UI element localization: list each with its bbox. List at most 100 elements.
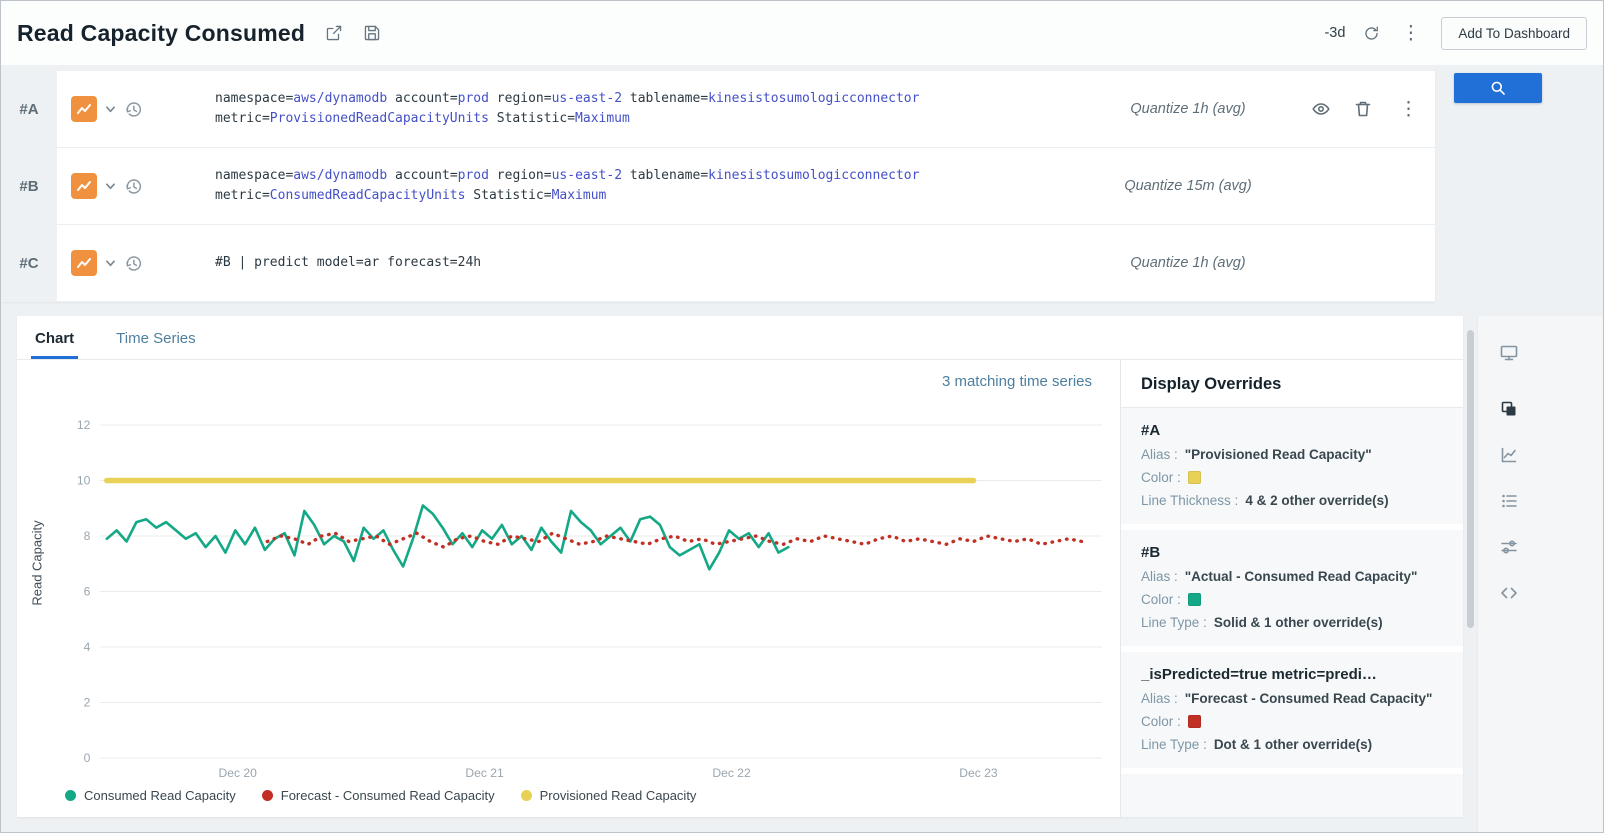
color-label: Color :	[1141, 470, 1181, 485]
display-monitor-icon[interactable]	[1478, 330, 1540, 376]
color-label: Color :	[1141, 714, 1181, 729]
add-to-dashboard-button[interactable]: Add To Dashboard	[1441, 17, 1587, 50]
query-menu-icon[interactable]: ⋮	[1396, 100, 1421, 119]
metrics-explorer-page: Read Capacity Consumed -3d ⋮ Add To Dash…	[0, 0, 1604, 833]
svg-text:Dec 20: Dec 20	[219, 766, 258, 780]
quantize-label[interactable]: Quantize 1h (avg)	[1073, 101, 1303, 117]
override-color-row: Color :	[1141, 592, 1443, 607]
query-section: #A namespace=aws/dynamodb account=prod r…	[1, 65, 1603, 302]
legend-dot	[521, 790, 532, 801]
run-search-button[interactable]	[1454, 73, 1542, 103]
time-series-chart[interactable]: 024681012Dec 20Dec 21Dec 22Dec 23	[49, 392, 1114, 784]
svg-text:Dec 22: Dec 22	[712, 766, 751, 780]
chevron-down-icon[interactable]	[105, 182, 116, 191]
override-item[interactable]: _isPredicted=true metric=predi… Alias : …	[1121, 652, 1463, 774]
query-history-icon[interactable]	[124, 100, 143, 119]
override-extra-row: Line Type : Solid & 1 other override(s)	[1141, 615, 1443, 630]
query-row: #C #B | predict model=ar forecast=24h Qu…	[1, 225, 1435, 302]
search-icon	[1490, 80, 1506, 96]
svg-text:Dec 21: Dec 21	[465, 766, 504, 780]
time-range-picker[interactable]: -3d	[1317, 25, 1345, 41]
chevron-down-icon[interactable]	[105, 105, 116, 114]
override-color-row: Color :	[1141, 470, 1443, 485]
query-text[interactable]: namespace=aws/dynamodb account=prod regi…	[179, 89, 1073, 129]
override-alias-row: Alias : "Actual - Consumed Read Capacity…	[1141, 569, 1443, 584]
overrides-list: #A Alias : "Provisioned Read Capacity" C…	[1121, 408, 1463, 817]
legend-item[interactable]: Forecast - Consumed Read Capacity	[262, 788, 495, 803]
override-extra-row: Line Type : Dot & 1 other override(s)	[1141, 737, 1443, 752]
tab-time-series[interactable]: Time Series	[112, 330, 199, 359]
overrides-panel-icon[interactable]	[1478, 386, 1540, 432]
chart-plot-area[interactable]: 024681012Dec 20Dec 21Dec 22Dec 23	[49, 392, 1114, 780]
preview-eye-icon[interactable]	[1312, 100, 1330, 118]
share-export-icon[interactable]	[325, 24, 343, 42]
query-rows: #A namespace=aws/dynamodb account=prod r…	[1, 71, 1435, 302]
chart-panel: 3 matching time series Read Capacity 024…	[17, 360, 1120, 817]
tab-chart[interactable]: Chart	[31, 330, 78, 359]
svg-text:6: 6	[84, 585, 91, 599]
svg-text:Dec 23: Dec 23	[959, 766, 998, 780]
header-menu-icon[interactable]: ⋮	[1398, 24, 1423, 43]
time-range-value: -3d	[1324, 25, 1345, 41]
svg-text:8: 8	[84, 529, 91, 543]
alias-value: "Actual - Consumed Read Capacity"	[1185, 569, 1418, 584]
legend-label: Provisioned Read Capacity	[540, 788, 697, 803]
svg-text:0: 0	[84, 751, 91, 765]
query-row: #B namespace=aws/dynamodb account=prod r…	[1, 148, 1435, 225]
chart-settings-icon[interactable]	[1478, 432, 1540, 478]
query-history-icon[interactable]	[124, 254, 143, 273]
query-row-icons	[57, 250, 179, 276]
legend-list-icon[interactable]	[1478, 478, 1540, 524]
lower-area: ChartTime Series 3 matching time series …	[1, 316, 1603, 832]
override-extra-row: Line Thickness : 4 & 2 other override(s)	[1141, 493, 1443, 508]
display-overrides-panel: Display Overrides #A Alias : "Provisione…	[1120, 360, 1463, 817]
metrics-query-type-icon[interactable]	[71, 250, 97, 276]
scrollbar-thumb[interactable]	[1467, 330, 1474, 628]
query-card[interactable]: namespace=aws/dynamodb account=prod regi…	[57, 148, 1435, 225]
query-text[interactable]: #B | predict model=ar forecast=24h	[179, 253, 1073, 273]
override-query-id: #B	[1141, 544, 1443, 561]
header-controls: -3d ⋮ Add To Dashboard	[1317, 17, 1587, 50]
legend-dot	[262, 790, 273, 801]
matching-series-label: 3 matching time series	[17, 360, 1120, 390]
svg-text:10: 10	[77, 474, 91, 488]
page-title: Read Capacity Consumed	[17, 20, 305, 47]
override-item[interactable]: #B Alias : "Actual - Consumed Read Capac…	[1121, 530, 1463, 652]
row-actions: ⋮	[1303, 100, 1435, 119]
search-column	[1435, 71, 1603, 302]
chevron-down-icon[interactable]	[105, 259, 116, 268]
legend-item[interactable]: Consumed Read Capacity	[65, 788, 236, 803]
quantize-label[interactable]: Quantize 15m (avg)	[1073, 178, 1303, 194]
legend-item[interactable]: Provisioned Read Capacity	[521, 788, 697, 803]
alias-label: Alias :	[1141, 447, 1178, 462]
delete-query-icon[interactable]	[1354, 100, 1372, 118]
color-swatch	[1188, 471, 1201, 484]
metrics-query-type-icon[interactable]	[71, 173, 97, 199]
alias-value: "Provisioned Read Capacity"	[1185, 447, 1372, 462]
override-color-row: Color :	[1141, 714, 1443, 729]
extra-label: Line Type :	[1141, 615, 1207, 630]
save-icon[interactable]	[363, 24, 381, 42]
color-swatch	[1188, 715, 1201, 728]
scrollbar-track[interactable]	[1463, 316, 1477, 832]
query-history-icon[interactable]	[124, 177, 143, 196]
metrics-query-type-icon[interactable]	[71, 96, 97, 122]
query-card[interactable]: namespace=aws/dynamodb account=prod regi…	[57, 71, 1435, 148]
y-axis-label: Read Capacity	[25, 392, 49, 780]
refresh-icon[interactable]	[1363, 25, 1380, 42]
tab-bar: Chart Time Series	[17, 316, 1463, 360]
svg-text:12: 12	[77, 418, 91, 432]
legend-label: Consumed Read Capacity	[84, 788, 236, 803]
query-text[interactable]: namespace=aws/dynamodb account=prod regi…	[179, 166, 1073, 206]
override-alias-row: Alias : "Provisioned Read Capacity"	[1141, 447, 1443, 462]
query-row-id: #B	[1, 148, 57, 225]
svg-text:2: 2	[84, 696, 91, 710]
quantize-label[interactable]: Quantize 1h (avg)	[1073, 255, 1303, 271]
chart-legend: Consumed Read Capacity Forecast - Consume…	[17, 780, 1120, 817]
override-query-id: #A	[1141, 422, 1443, 439]
axis-settings-icon[interactable]	[1478, 524, 1540, 570]
override-item[interactable]: #A Alias : "Provisioned Read Capacity" C…	[1121, 408, 1463, 530]
code-view-icon[interactable]	[1478, 570, 1540, 616]
query-row: #A namespace=aws/dynamodb account=prod r…	[1, 71, 1435, 148]
query-card[interactable]: #B | predict model=ar forecast=24h Quant…	[57, 225, 1435, 302]
